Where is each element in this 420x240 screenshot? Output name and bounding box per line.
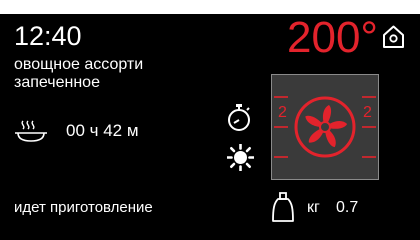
weight-unit: кг	[307, 199, 320, 216]
top-strip	[0, 0, 420, 14]
pot-icon	[15, 120, 47, 142]
fan-level-right: 2	[363, 104, 372, 121]
recipe-name-line2: запеченное	[14, 74, 100, 91]
cooking-status: идет приготовление	[14, 199, 153, 216]
temperature-setting[interactable]: 200°	[287, 14, 378, 62]
clock-time: 12:40	[14, 21, 82, 51]
fan-icon	[294, 96, 356, 158]
cooking-mode-panel[interactable]: 2 2	[271, 74, 379, 180]
home-icon[interactable]	[381, 24, 406, 49]
recipe-name-line1: овощное ассорти	[14, 56, 144, 73]
recipe-name: овощное ассорти запеченное	[14, 56, 143, 92]
weight-icon	[272, 192, 294, 222]
light-icon[interactable]	[227, 144, 254, 171]
oven-display: 12:40 200° овощное ассорти запеченное 00…	[0, 0, 420, 240]
fan-level-left: 2	[278, 104, 287, 121]
cooking-duration: 00 ч 42 м	[66, 121, 139, 140]
weight-value[interactable]: 0.7	[336, 198, 358, 218]
timer-icon[interactable]	[226, 103, 252, 131]
